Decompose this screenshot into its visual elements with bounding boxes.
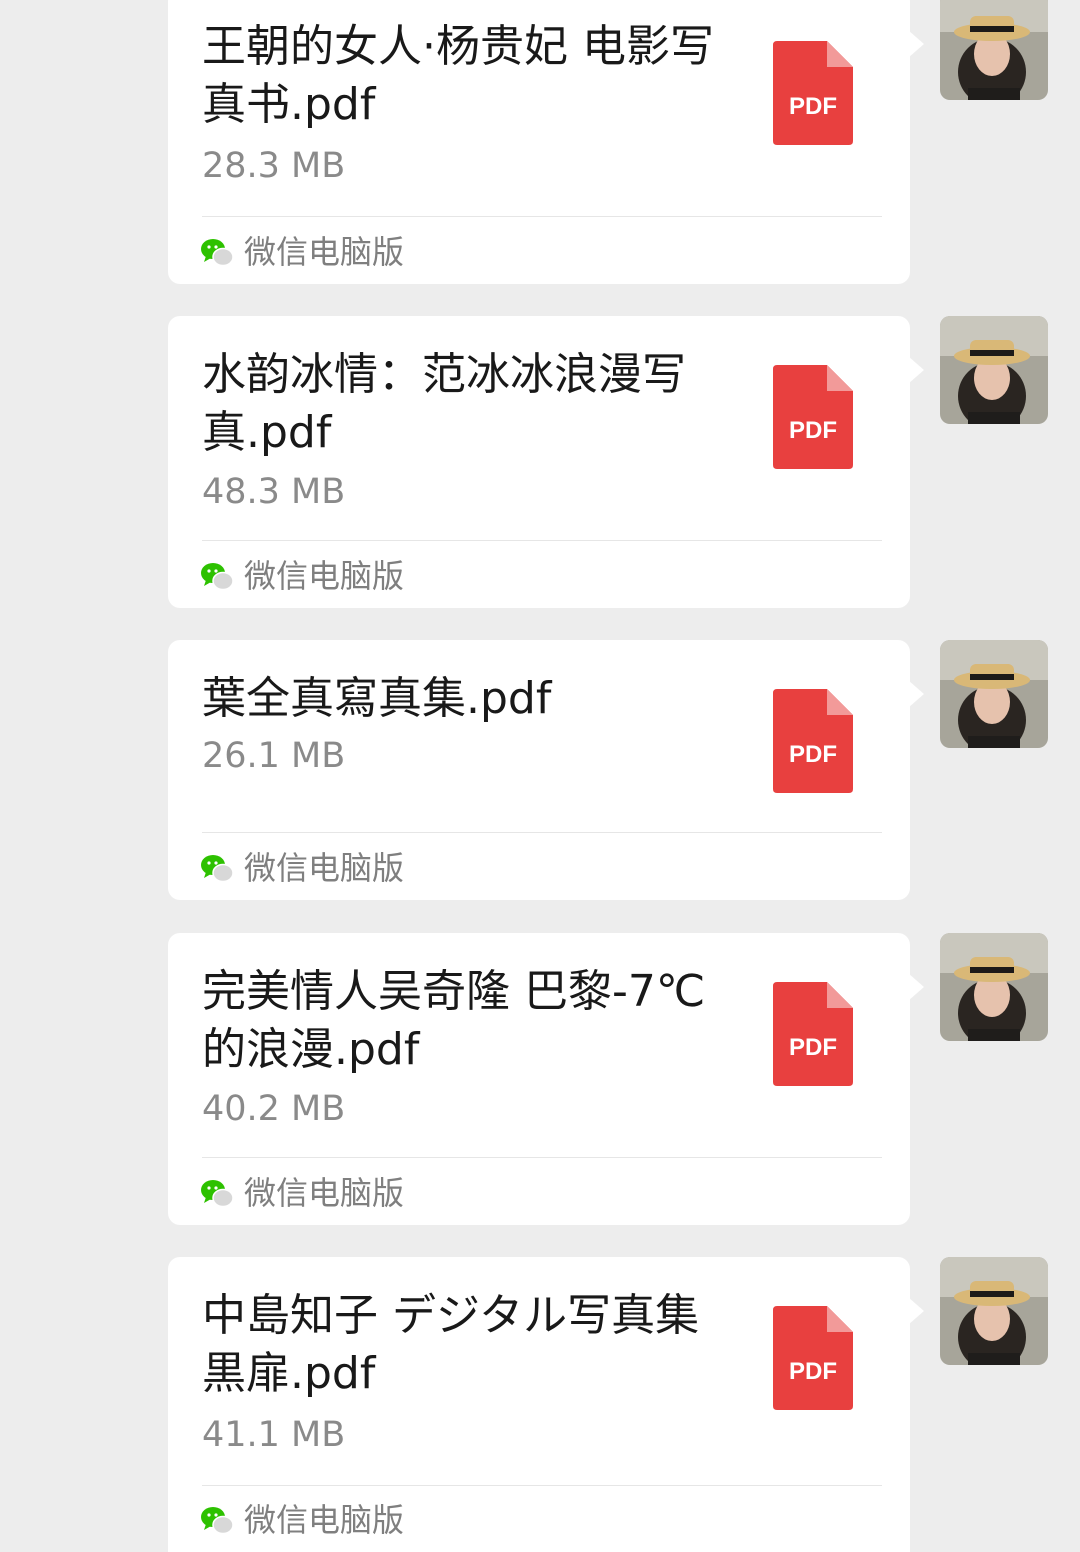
bubble-tail: [908, 356, 924, 384]
wechat-icon: [201, 239, 234, 267]
file-size: 48.3 MB: [202, 472, 346, 512]
chat-message: 完美情人吴奇隆 巴黎-7℃的浪漫.pdf 40.2 MB PDF 微信电脑版: [0, 933, 1080, 1225]
divider: [202, 216, 882, 217]
pdf-file-icon: PDF: [773, 1306, 853, 1410]
pdf-file-icon: PDF: [773, 689, 853, 793]
bubble-tail: [908, 30, 924, 58]
file-name: 葉全真寫真集.pdf: [202, 673, 552, 724]
pdf-file-icon: PDF: [773, 365, 853, 469]
pdf-file-icon: PDF: [773, 982, 853, 1086]
bubble-tail: [908, 1297, 924, 1325]
file-type-label: PDF: [789, 1358, 837, 1385]
user-avatar[interactable]: [940, 1257, 1048, 1365]
file-name: 完美情人吴奇隆 巴黎-7℃的浪漫.pdf: [202, 966, 706, 1075]
file-message-bubble[interactable]: 中島知子 デジタル写真集 黒扉.pdf 41.1 MB PDF 微信电脑版: [168, 1257, 910, 1552]
divider: [202, 832, 882, 833]
file-message-bubble[interactable]: 完美情人吴奇隆 巴黎-7℃的浪漫.pdf 40.2 MB PDF 微信电脑版: [168, 933, 910, 1225]
file-name: 水韵冰情：范冰冰浪漫写真.pdf: [202, 349, 686, 458]
chat-message: 水韵冰情：范冰冰浪漫写真.pdf 48.3 MB PDF 微信电脑版: [0, 316, 1080, 608]
wechat-icon: [201, 855, 234, 883]
chat-message-list[interactable]: 王朝的女人·杨贵妃 电影写真书.pdf 28.3 MB PDF 微信电脑版 水韵…: [0, 0, 1080, 1552]
file-message-bubble[interactable]: 葉全真寫真集.pdf 26.1 MB PDF 微信电脑版: [168, 640, 910, 900]
wechat-icon: [201, 1507, 234, 1535]
source-label: 微信电脑版: [244, 849, 405, 887]
wechat-icon: [201, 1180, 234, 1208]
source-label: 微信电脑版: [244, 1501, 405, 1539]
file-message-bubble[interactable]: 水韵冰情：范冰冰浪漫写真.pdf 48.3 MB PDF 微信电脑版: [168, 316, 910, 608]
divider: [202, 540, 882, 541]
user-avatar[interactable]: [940, 0, 1048, 100]
file-name: 王朝的女人·杨贵妃 电影写真书.pdf: [202, 21, 714, 130]
file-type-label: PDF: [789, 93, 837, 120]
file-size: 26.1 MB: [202, 736, 346, 776]
file-name: 中島知子 デジタル写真集 黒扉.pdf: [202, 1290, 700, 1399]
source-label: 微信电脑版: [244, 557, 405, 595]
chat-message: 王朝的女人·杨贵妃 电影写真书.pdf 28.3 MB PDF 微信电脑版: [0, 0, 1080, 290]
pdf-file-icon: PDF: [773, 41, 853, 145]
user-avatar[interactable]: [940, 640, 1048, 748]
file-type-label: PDF: [789, 1034, 837, 1061]
divider: [202, 1485, 882, 1486]
file-size: 40.2 MB: [202, 1089, 346, 1129]
bubble-tail: [908, 973, 924, 1001]
file-type-label: PDF: [789, 741, 837, 768]
file-size: 41.1 MB: [202, 1415, 346, 1455]
file-type-label: PDF: [789, 417, 837, 444]
chat-message: 葉全真寫真集.pdf 26.1 MB PDF 微信电脑版: [0, 640, 1080, 900]
file-size: 28.3 MB: [202, 146, 346, 186]
chat-message: 中島知子 デジタル写真集 黒扉.pdf 41.1 MB PDF 微信电脑版: [0, 1257, 1080, 1552]
source-label: 微信电脑版: [244, 1174, 405, 1212]
user-avatar[interactable]: [940, 316, 1048, 424]
wechat-icon: [201, 563, 234, 591]
divider: [202, 1157, 882, 1158]
file-message-bubble[interactable]: 王朝的女人·杨贵妃 电影写真书.pdf 28.3 MB PDF 微信电脑版: [168, 0, 910, 284]
user-avatar[interactable]: [940, 933, 1048, 1041]
source-label: 微信电脑版: [244, 233, 405, 271]
bubble-tail: [908, 680, 924, 708]
